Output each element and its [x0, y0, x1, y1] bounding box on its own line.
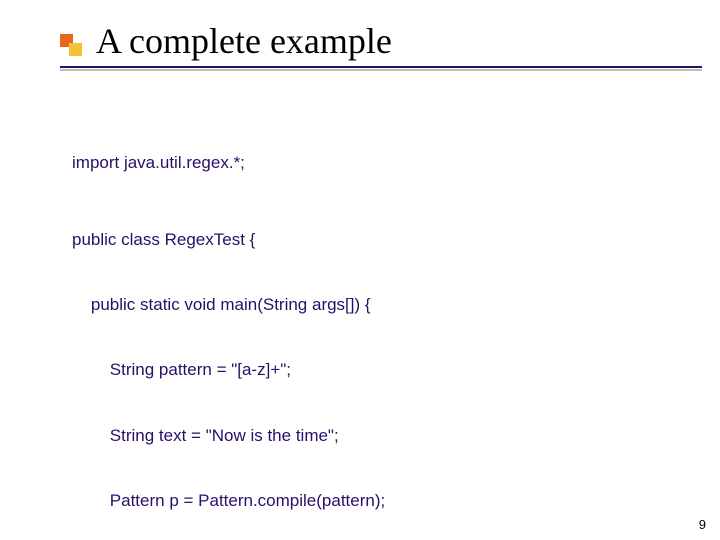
code-line: String text = "Now is the time"; [72, 425, 690, 447]
code-block: import java.util.regex.*; public class R… [72, 108, 690, 540]
slide-body: import java.util.regex.*; public class R… [72, 108, 690, 540]
title-row: A complete example [60, 20, 700, 62]
two-square-bullet-icon [60, 34, 82, 56]
code-line: public static void main(String args[]) { [72, 294, 690, 316]
code-line: String pattern = "[a-z]+"; [72, 359, 690, 381]
slide-title: A complete example [96, 20, 392, 62]
slide-number: 9 [699, 517, 706, 532]
title-underline [60, 66, 702, 68]
code-line: public class RegexTest { [72, 229, 690, 251]
code-line: import java.util.regex.*; [72, 152, 690, 174]
code-line: Pattern p = Pattern.compile(pattern); [72, 490, 690, 512]
slide: A complete example import java.util.rege… [0, 0, 720, 540]
